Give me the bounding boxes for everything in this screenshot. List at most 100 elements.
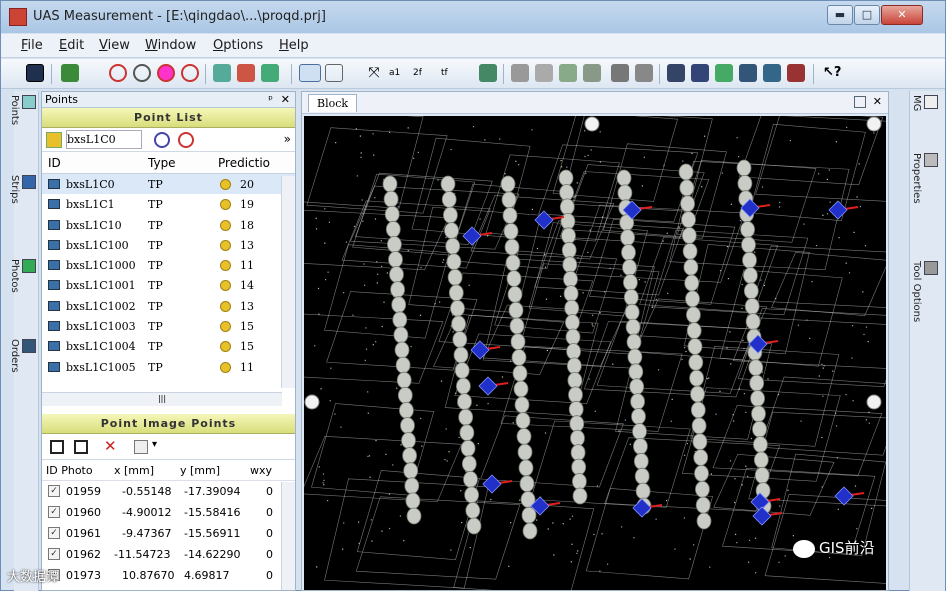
col-id[interactable]: ID [48, 156, 61, 170]
help-pointer-icon[interactable]: ↖? [823, 65, 841, 80]
row-checkbox[interactable]: ✓ [48, 527, 60, 539]
toolbar-label-a1[interactable]: a1 [389, 68, 400, 78]
adjust-check-icon[interactable] [715, 64, 733, 82]
camera-settings-icon[interactable] [635, 64, 653, 82]
pin-icon[interactable]: ᵖ [268, 92, 273, 108]
toolbar-label-2f[interactable]: 2f [413, 68, 422, 78]
pan-tool-icon[interactable] [299, 64, 321, 82]
tab-mg[interactable]: MG [911, 95, 938, 112]
list-item[interactable]: bxsL1C1003 TP 15 [42, 316, 295, 336]
block-scene[interactable] [304, 116, 886, 590]
table-row[interactable]: ✓ 01962 -11.54723 -14.62290 0 [42, 544, 295, 565]
zoom-extent-icon[interactable]: ⤧ [365, 64, 383, 82]
point-icon [48, 341, 60, 352]
minimize-button[interactable]: ▬ [827, 5, 853, 25]
table-row[interactable]: ✓ 01973 10.87670 4.69817 0 [42, 565, 295, 586]
panel-close-icon[interactable]: ✕ [281, 92, 290, 108]
camera-station [745, 313, 761, 331]
tie-point-dot [743, 393, 745, 395]
tab-block[interactable]: Block [308, 94, 358, 112]
uncheck-all-icon[interactable] [74, 440, 88, 454]
tab-photos[interactable]: Photos [9, 259, 36, 293]
photo-icon[interactable] [213, 64, 231, 82]
list-item[interactable]: bxsL1C100 TP 13 [42, 235, 295, 255]
tie-point-dot [867, 341, 869, 343]
adjust-export-icon[interactable] [763, 64, 781, 82]
tab-orders[interactable]: Orders [9, 339, 36, 373]
camera-station [694, 480, 710, 498]
restore-icon[interactable] [854, 96, 866, 108]
list-item[interactable]: bxsL1C1005 TP 11 [42, 357, 295, 377]
save-icon[interactable] [26, 64, 44, 82]
route-icon[interactable] [479, 64, 497, 82]
photo-delete-icon[interactable] [237, 64, 255, 82]
chevron-down-icon[interactable]: ▾ [152, 439, 157, 450]
maximize-button[interactable]: □ [854, 5, 880, 25]
menu-options[interactable]: Options [213, 38, 263, 53]
select-tool-icon[interactable] [325, 64, 343, 82]
close-button[interactable]: ✕ [881, 5, 923, 25]
row-checkbox[interactable]: ✓ [48, 485, 60, 497]
point-list-vscroll[interactable] [281, 176, 295, 388]
block-3d-viewport[interactable] [304, 116, 886, 590]
list-item[interactable]: bxsL1C1000 TP 11 [42, 255, 295, 275]
col-type[interactable]: Type [148, 156, 176, 170]
photo-footprint [530, 420, 691, 508]
table-row[interactable]: ✓ 01961 -9.47367 -15.56911 0 [42, 523, 295, 544]
clear-filter-icon[interactable] [178, 132, 194, 148]
photo-footprint [713, 453, 835, 516]
row-checkbox[interactable]: ✓ [48, 548, 60, 560]
list-item[interactable]: bxsL1C1004 TP 15 [42, 336, 295, 356]
col-x[interactable]: x [mm] [114, 464, 154, 477]
col-y[interactable]: y [mm] [180, 464, 220, 477]
col-prediction[interactable]: Predictio [218, 156, 270, 170]
point-list-hscroll[interactable]: ||| [42, 392, 282, 406]
menu-file[interactable]: File [21, 38, 43, 53]
col-id-photo[interactable]: ID Photo [46, 464, 93, 477]
list-item[interactable]: bxsL1C0 TP 20 [42, 174, 295, 195]
point-list-header: Point List [42, 108, 295, 128]
check-all-icon[interactable] [50, 440, 64, 454]
tie-point-dot [361, 199, 363, 201]
table-row[interactable]: ✓ 01960 -4.90012 -15.58416 0 [42, 502, 295, 523]
menu-help[interactable]: Help [279, 38, 309, 53]
tab-tool-options[interactable]: Tool Options [911, 261, 938, 322]
adjust-run-icon[interactable] [691, 64, 709, 82]
remove-point-icon[interactable] [181, 64, 199, 82]
delete-icon[interactable]: ✕ [104, 437, 117, 455]
options-icon[interactable] [134, 440, 148, 454]
list-item[interactable]: bxsL1C1 TP 19 [42, 194, 295, 214]
tab-properties[interactable]: Properties [911, 153, 938, 204]
toolbar-label-tf[interactable]: tf [441, 68, 448, 78]
add-point-icon[interactable] [61, 64, 79, 82]
adjust-stop-icon[interactable] [787, 64, 805, 82]
strip-cut-icon[interactable] [559, 64, 577, 82]
camera-icon[interactable] [611, 64, 629, 82]
find-point-icon[interactable] [154, 132, 170, 148]
overflow-chevron-icon[interactable]: » [284, 132, 291, 146]
measure-point-icon[interactable] [157, 64, 175, 82]
list-item[interactable]: bxsL1C1002 TP 13 [42, 296, 295, 316]
row-checkbox[interactable]: ✓ [48, 506, 60, 518]
target-icon[interactable] [109, 64, 127, 82]
strip-edit-icon[interactable] [535, 64, 553, 82]
strip-split-icon[interactable] [583, 64, 601, 82]
point-search-input[interactable] [66, 130, 142, 149]
list-item[interactable]: bxsL1C10 TP 18 [42, 215, 295, 235]
adjust-report-icon[interactable] [739, 64, 757, 82]
tab-points[interactable]: Points [9, 95, 36, 125]
image-table-vscroll[interactable] [281, 482, 295, 590]
strip-icon[interactable] [511, 64, 529, 82]
tab-close-icon[interactable]: ✕ [873, 95, 882, 108]
menu-edit[interactable]: Edit [59, 38, 84, 53]
menu-window[interactable]: Window [145, 38, 196, 53]
zoom-point-icon[interactable] [133, 64, 151, 82]
menu-view[interactable]: View [99, 38, 130, 53]
folder-icon[interactable] [46, 132, 62, 148]
adjust-icon[interactable] [667, 64, 685, 82]
table-row[interactable]: ✓ 01959 -0.55148 -17.39094 0 [42, 481, 295, 502]
col-wxy[interactable]: wxy [250, 464, 272, 477]
tab-strips[interactable]: Strips [9, 175, 36, 204]
list-item[interactable]: bxsL1C1001 TP 14 [42, 275, 295, 295]
photo-add-icon[interactable] [261, 64, 279, 82]
